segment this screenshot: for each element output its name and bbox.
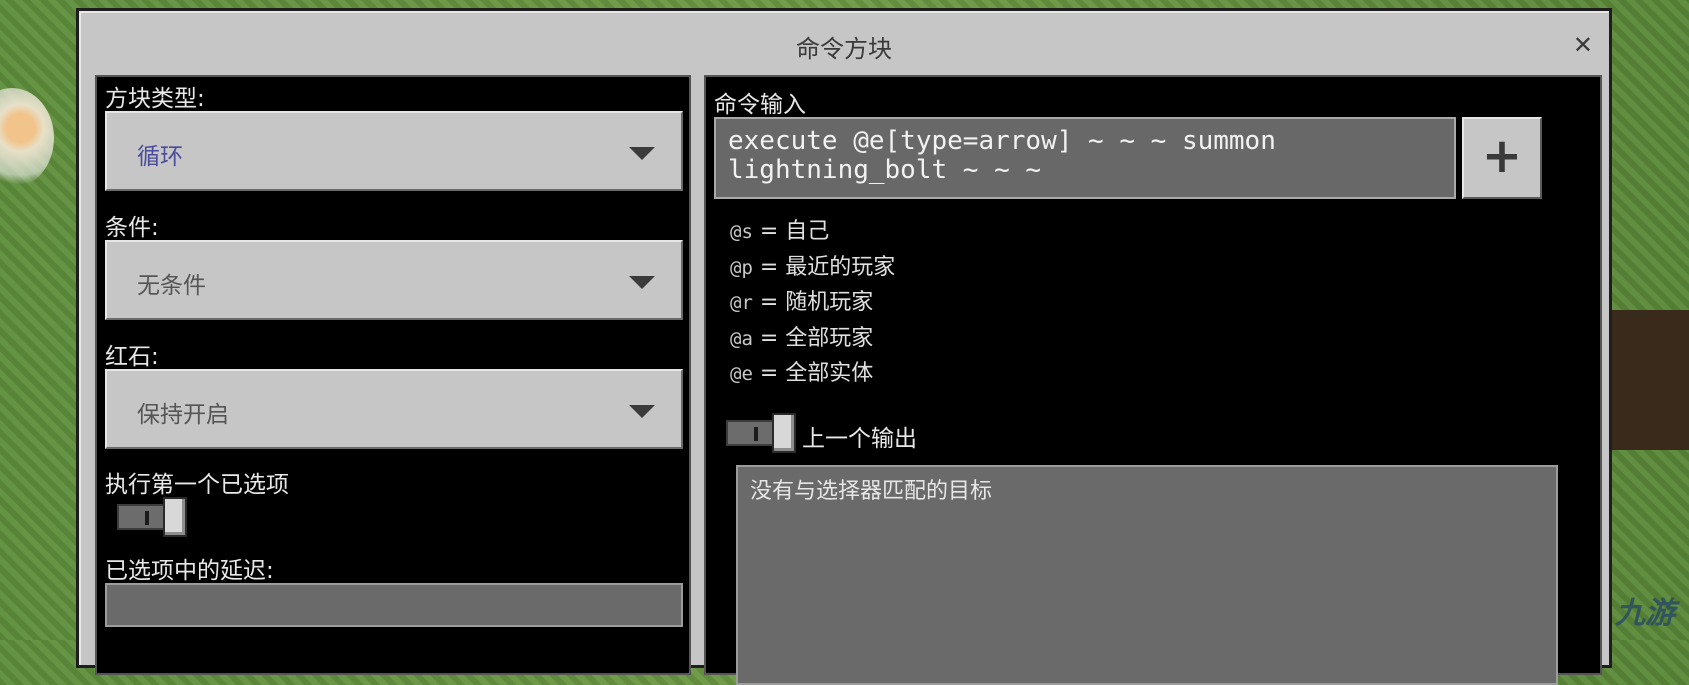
block-type-label: 方块类型: [105,86,205,112]
previous-output-toggle[interactable] [726,413,798,453]
chevron-down-icon [629,147,655,160]
help-row: @r = 随机玩家 [730,290,874,315]
dialog-title: 命令方块 [796,35,892,63]
condition-label: 条件: [105,215,159,241]
background-item-sprite [0,88,54,188]
add-button[interactable]: + [1462,117,1542,199]
help-row: @e = 全部实体 [730,361,874,386]
delay-label: 已选项中的延迟: [105,558,274,584]
command-input-label: 命令输入 [714,92,806,118]
command-input[interactable]: execute @e[type=arrow] ~ ~ ~ summon ligh… [714,117,1456,199]
redstone-label: 红石: [105,344,159,370]
background-dirt-block [1599,310,1689,450]
command-panel: 命令输入 execute @e[type=arrow] ~ ~ ~ summon… [704,75,1602,685]
block-type-value: 循环 [137,144,183,170]
help-row: @p = 最近的玩家 [730,254,896,280]
execute-first-toggle[interactable] [117,497,189,537]
chevron-down-icon [629,276,655,289]
watermark-logo: 九游 [1615,596,1675,631]
condition-dropdown[interactable]: 无条件 [105,240,683,320]
block-type-dropdown[interactable]: 循环 [105,111,683,191]
command-block-dialog: 命令方块 ✕ 方块类型: 循环 条件: 无条件 红石: 保持开启 执行第一个已选… [76,8,1612,685]
help-row: @a = 全部玩家 [730,325,874,351]
previous-output-label: 上一个输出 [802,426,917,452]
execute-first-label: 执行第一个已选项 [105,472,289,498]
output-text: 没有与选择器匹配的目标 [750,479,993,504]
selector-help-list: @s = 自己 @p = 最近的玩家 @r = 随机玩家 @a = 全部玩家 @… [730,213,895,391]
command-line-2: lightning_bolt ~ ~ ~ [728,155,1042,185]
settings-panel: 方块类型: 循环 条件: 无条件 红石: 保持开启 执行第一个已选项 已选项中的… [95,75,691,675]
previous-output-box: 没有与选择器匹配的目标 [736,465,1558,685]
help-row: @s = 自己 [730,219,830,244]
chevron-down-icon [629,405,655,418]
command-line-1: execute @e[type=arrow] ~ ~ ~ summon [728,126,1276,156]
redstone-value: 保持开启 [137,402,229,428]
delay-input[interactable] [105,583,683,627]
close-icon[interactable]: ✕ [1573,33,1593,57]
redstone-dropdown[interactable]: 保持开启 [105,369,683,449]
condition-value: 无条件 [137,273,206,299]
